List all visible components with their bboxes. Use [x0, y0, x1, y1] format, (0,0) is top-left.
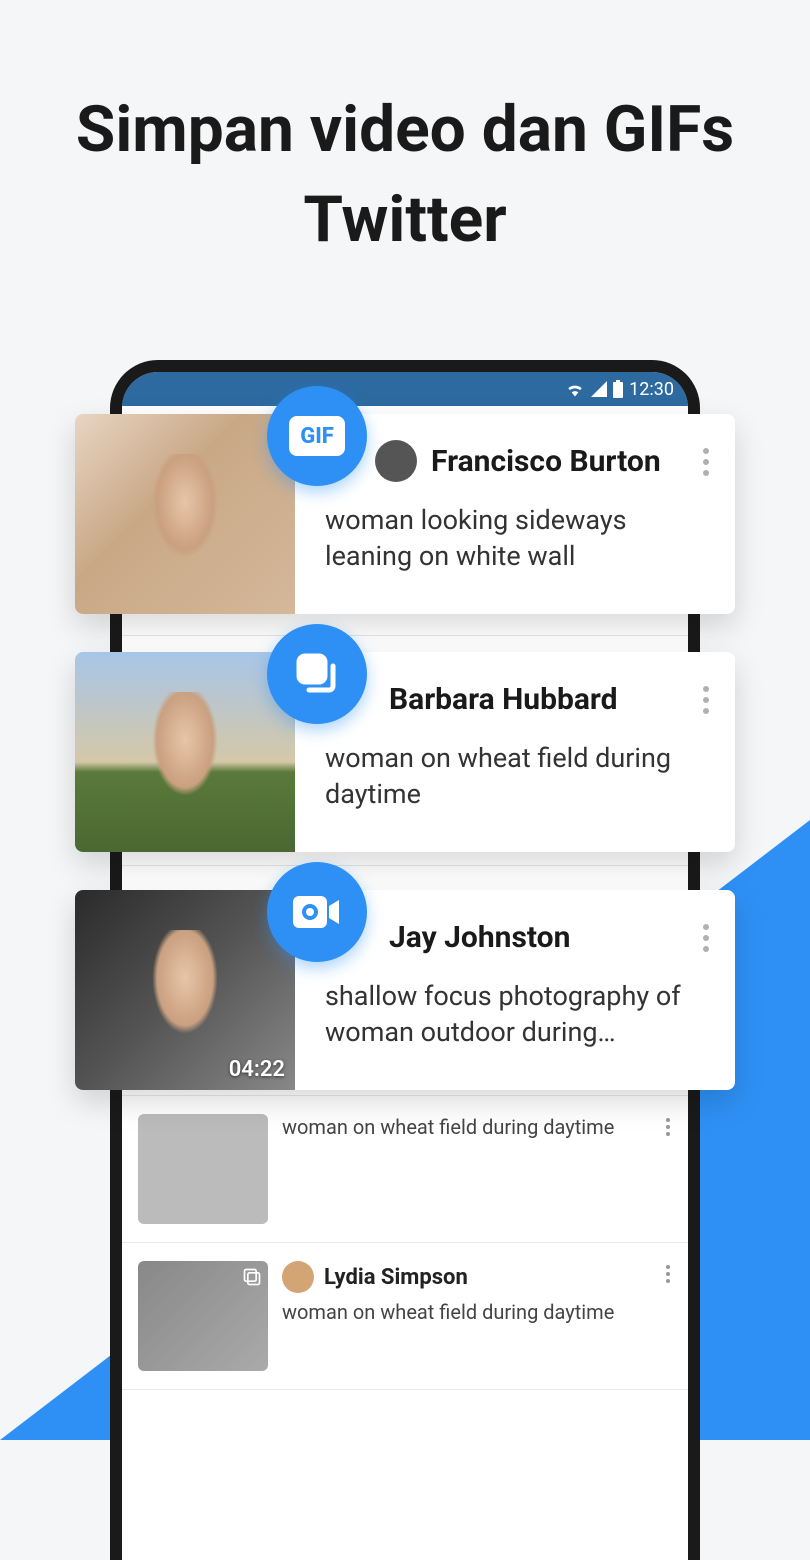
battery-icon: [613, 380, 623, 398]
gif-badge: GIF: [267, 386, 367, 486]
card-description: woman looking sideways leaning on white …: [325, 502, 713, 575]
thumbnail: [75, 652, 295, 852]
media-card[interactable]: 04:22 Jay Johnston shallow focus photogr…: [75, 890, 735, 1090]
media-card[interactable]: GIF Francisco Burton woman looking sidew…: [75, 414, 735, 614]
author-name: Barbara Hubbard: [389, 682, 618, 717]
video-camera-icon: [291, 892, 343, 932]
avatar: [375, 440, 417, 482]
more-button[interactable]: [662, 1261, 674, 1287]
card-description: woman on wheat field during daytime: [325, 740, 713, 813]
card-description: shallow focus photography of woman outdo…: [325, 978, 713, 1051]
video-duration: 04:22: [229, 1057, 285, 1082]
status-time: 12:30: [629, 379, 674, 400]
item-description: woman on wheat field during daytime: [282, 1114, 672, 1140]
video-badge: [267, 862, 367, 962]
author-name: Jay Johnston: [389, 920, 570, 955]
thumbnail: [138, 1261, 268, 1371]
stack-icon: [242, 1267, 262, 1287]
list-item[interactable]: woman on wheat field during daytime: [122, 1096, 688, 1243]
more-button[interactable]: [697, 442, 715, 482]
more-button[interactable]: [697, 680, 715, 720]
thumbnail: 04:22: [75, 890, 295, 1090]
media-card[interactable]: Barbara Hubbard woman on wheat field dur…: [75, 652, 735, 852]
more-button[interactable]: [697, 918, 715, 958]
more-button[interactable]: [662, 1114, 674, 1140]
page-headline: Simpan video dan GIFs Twitter: [0, 0, 810, 264]
author-name: Francisco Burton: [431, 444, 661, 479]
stack-icon: [293, 650, 341, 698]
status-bar: 12:30: [122, 372, 688, 406]
gif-icon: GIF: [289, 416, 345, 456]
avatar: [282, 1261, 314, 1293]
list-item[interactable]: Lydia Simpson woman on wheat field durin…: [122, 1243, 688, 1390]
item-description: woman on wheat field during daytime: [282, 1299, 672, 1325]
thumbnail: [138, 1114, 268, 1224]
wifi-icon: [565, 381, 585, 397]
thumbnail: [75, 414, 295, 614]
cellular-icon: [591, 381, 607, 397]
multi-badge: [267, 624, 367, 724]
author-name: Lydia Simpson: [324, 1265, 468, 1290]
